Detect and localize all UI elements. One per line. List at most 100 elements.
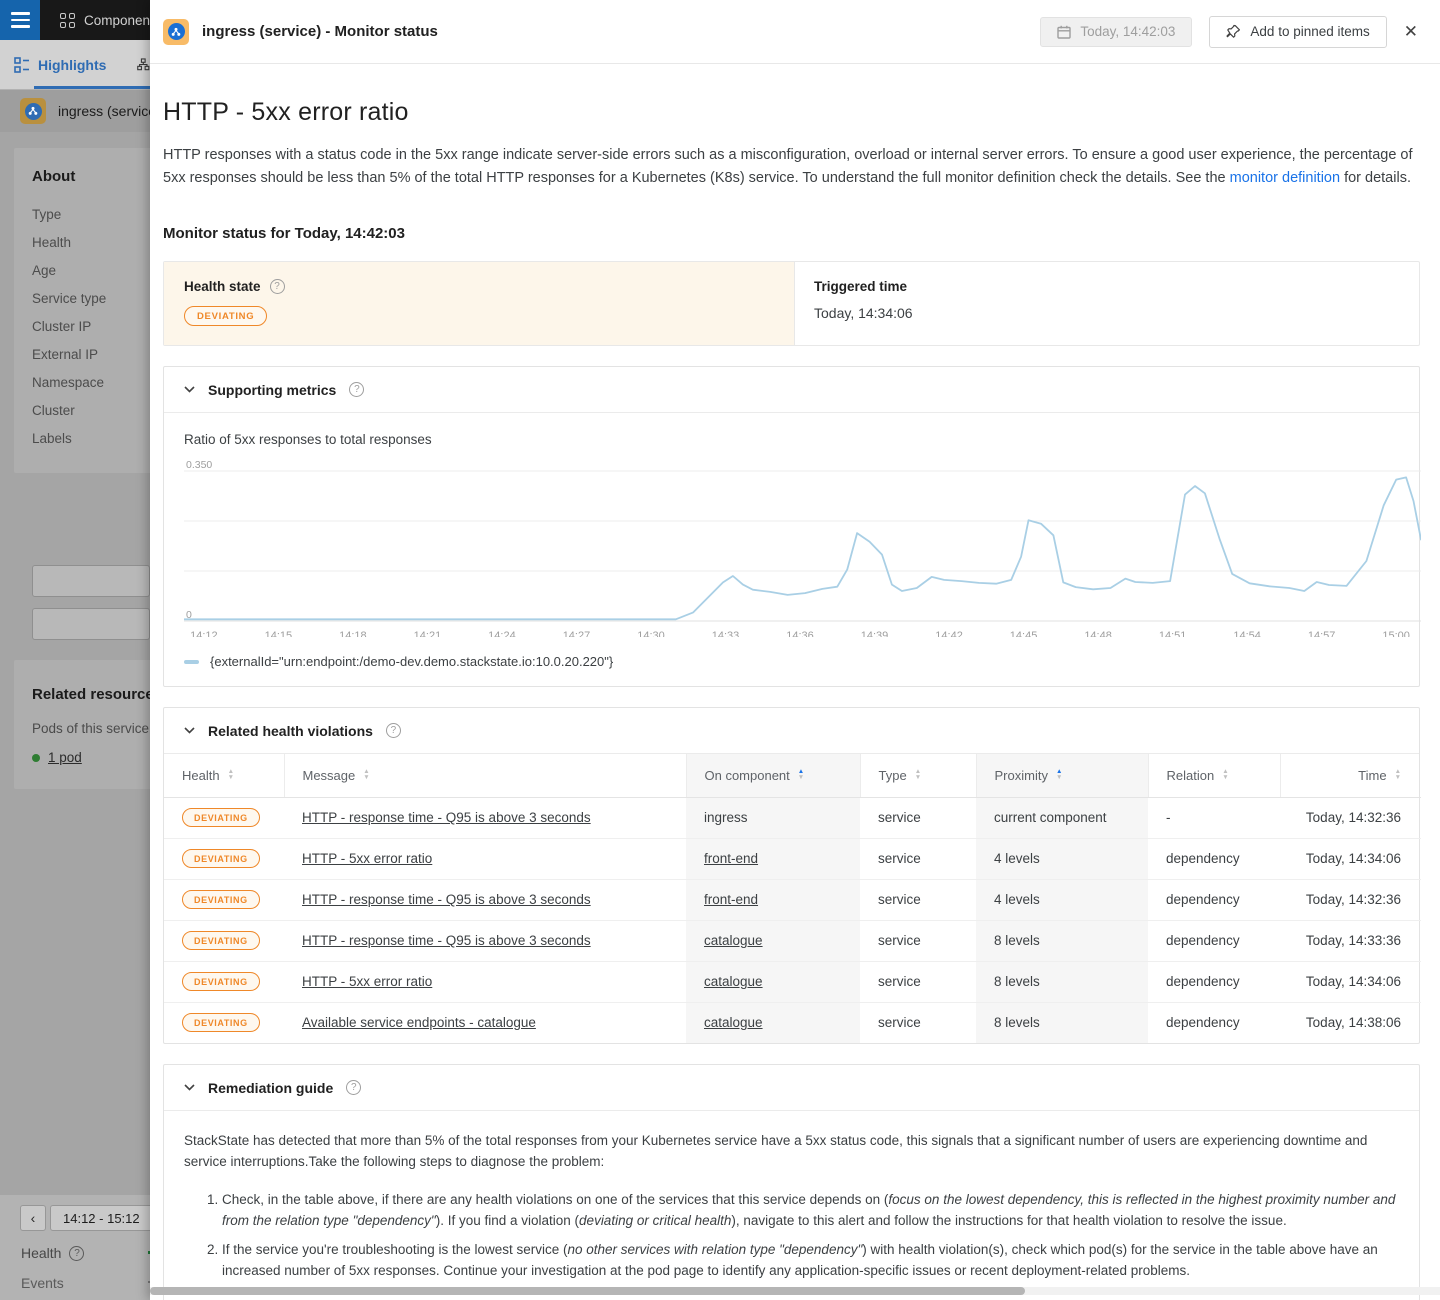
health-cell: DEVIATING — [164, 838, 284, 879]
deviating-badge: DEVIATING — [182, 808, 260, 827]
column-header-type[interactable]: Type▲▼ — [860, 754, 976, 797]
help-icon[interactable]: ? — [270, 279, 285, 294]
about-title: About — [32, 168, 150, 185]
remediation-guide-section: Remediation guide ? StackState has detec… — [163, 1064, 1420, 1300]
legend-swatch-icon — [184, 660, 199, 664]
timeline-health-row: Health ? — [21, 1245, 84, 1261]
column-header-proximity[interactable]: Proximity▲▼ — [976, 754, 1148, 797]
modal-title: ingress (service) - Monitor status — [202, 23, 438, 40]
violation-row: DEVIATING HTTP - 5xx error ratio catalogue… — [164, 961, 1421, 1002]
violation-message-link[interactable]: Available service endpoints - catalogue — [302, 1015, 536, 1030]
time-cell: Today, 14:32:36 — [1280, 797, 1421, 838]
message-cell: HTTP - response time - Q95 is above 3 se… — [284, 920, 686, 961]
relation-cell: dependency — [1148, 879, 1280, 920]
column-header-on-component[interactable]: On component▲▼ — [686, 754, 860, 797]
column-header-relation[interactable]: Relation▲▼ — [1148, 754, 1280, 797]
violation-message-link[interactable]: HTTP - response time - Q95 is above 3 se… — [302, 810, 591, 825]
horizontal-scrollbar-thumb[interactable] — [150, 1287, 1025, 1295]
violation-row: DEVIATING HTTP - response time - Q95 is a… — [164, 797, 1421, 838]
selected-component-row[interactable]: ingress (service) — [0, 90, 150, 132]
violation-message-link[interactable]: HTTP - 5xx error ratio — [302, 851, 432, 866]
action-button-1[interactable] — [32, 565, 150, 597]
metric-line-series — [184, 477, 1421, 619]
help-icon[interactable]: ? — [349, 382, 364, 397]
component-link[interactable]: catalogue — [704, 1015, 763, 1030]
component-cell: catalogue — [686, 961, 860, 1002]
monitor-description: HTTP responses with a status code in the… — [163, 144, 1420, 190]
message-cell: Available service endpoints - catalogue — [284, 1002, 686, 1043]
svg-text:14:15: 14:15 — [265, 630, 293, 637]
supporting-metrics-section: Supporting metrics ? Ratio of 5xx respon… — [163, 366, 1420, 687]
close-icon[interactable]: ✕ — [1404, 22, 1418, 42]
svg-text:14:57: 14:57 — [1308, 630, 1336, 637]
triggered-time-panel: Triggered time Today, 14:34:06 — [794, 262, 1419, 345]
chevron-down-icon — [184, 727, 195, 734]
column-header-message[interactable]: Message▲▼ — [284, 754, 686, 797]
component-link[interactable]: catalogue — [704, 933, 763, 948]
health-cell: DEVIATING — [164, 797, 284, 838]
timeline-events-label: Events — [21, 1275, 64, 1291]
violation-row: DEVIATINGHTTP - response time - Q95 is a… — [164, 879, 1421, 920]
pod-row: 1 pod — [32, 750, 150, 765]
timeline-footer: ‹ 14:12 - 15:12 Health ? Events — [0, 1195, 150, 1300]
help-icon[interactable]: ? — [386, 723, 401, 738]
timeline-back-button[interactable]: ‹ — [20, 1205, 46, 1231]
horizontal-scrollbar[interactable] — [150, 1287, 1440, 1295]
date-picker-button[interactable]: Today, 14:42:03 — [1040, 17, 1192, 47]
message-cell: HTTP - 5xx error ratio — [284, 961, 686, 1002]
timeline-range[interactable]: 14:12 - 15:12 — [50, 1205, 150, 1231]
component-link[interactable]: front-end — [704, 892, 758, 907]
message-cell: HTTP - response time - Q95 is above 3 se… — [284, 797, 686, 838]
about-field-label: Health — [32, 229, 150, 257]
modal-header: ingress (service) - Monitor status Today… — [150, 0, 1440, 64]
tab-highlights-label: Highlights — [38, 57, 106, 73]
about-field-label: Labels — [32, 425, 150, 453]
svg-text:14:51: 14:51 — [1159, 630, 1187, 637]
svg-text:14:18: 14:18 — [339, 630, 367, 637]
help-icon[interactable]: ? — [69, 1246, 84, 1261]
svg-text:0.350: 0.350 — [186, 459, 212, 471]
topology-tab-icon[interactable] — [137, 56, 150, 73]
about-field-label: Namespace — [32, 369, 150, 397]
svg-text:14:27: 14:27 — [563, 630, 591, 637]
component-link[interactable]: front-end — [704, 851, 758, 866]
supporting-metrics-header[interactable]: Supporting metrics ? — [164, 367, 1419, 413]
related-health-violations-header[interactable]: Related health violations ? — [164, 708, 1419, 754]
time-cell: Today, 14:34:06 — [1280, 961, 1421, 1002]
deviating-badge: DEVIATING — [182, 972, 260, 991]
component-link[interactable]: catalogue — [704, 974, 763, 989]
help-icon[interactable]: ? — [346, 1080, 361, 1095]
svg-text:15:00: 15:00 — [1382, 630, 1410, 637]
components-grid-icon — [60, 13, 75, 28]
legend-label: {externalId="urn:endpoint:/demo-dev.demo… — [210, 654, 613, 669]
violation-message-link[interactable]: HTTP - response time - Q95 is above 3 se… — [302, 892, 591, 907]
triggered-time-label: Triggered time — [814, 279, 1400, 294]
hamburger-menu-button[interactable] — [0, 0, 40, 40]
relation-cell: dependency — [1148, 838, 1280, 879]
relation-cell: dependency — [1148, 920, 1280, 961]
sort-arrows-icon: ▲▼ — [915, 769, 921, 781]
svg-text:14:24: 14:24 — [488, 630, 516, 637]
column-header-health[interactable]: Health▲▼ — [164, 754, 284, 797]
add-to-pinned-button[interactable]: Add to pinned items — [1209, 16, 1386, 48]
service-icon — [20, 98, 46, 124]
remediation-step: Check, in the table above, if there are … — [222, 1189, 1399, 1231]
health-state-panel: Health state? DEVIATING — [164, 262, 794, 345]
top-app-bar: Components — [0, 0, 150, 40]
app-switcher[interactable]: Components — [40, 0, 150, 40]
pods-of-service-label: Pods of this service — [32, 721, 150, 736]
health-state-label: Health state — [184, 279, 261, 294]
violation-message-link[interactable]: HTTP - 5xx error ratio — [302, 974, 432, 989]
column-header-time[interactable]: Time▲▼ — [1280, 754, 1421, 797]
violation-message-link[interactable]: HTTP - response time - Q95 is above 3 se… — [302, 933, 591, 948]
deviating-badge: DEVIATING — [182, 931, 260, 950]
tab-highlights[interactable]: Highlights — [14, 57, 106, 73]
monitor-definition-link[interactable]: monitor definition — [1230, 170, 1340, 186]
highlights-icon — [14, 57, 30, 73]
remediation-guide-header[interactable]: Remediation guide ? — [164, 1065, 1419, 1111]
message-cell: HTTP - 5xx error ratio — [284, 838, 686, 879]
selected-component-name: ingress (service) — [58, 103, 150, 119]
message-cell: HTTP - response time - Q95 is above 3 se… — [284, 879, 686, 920]
action-button-2[interactable] — [32, 608, 150, 640]
pod-link[interactable]: 1 pod — [48, 750, 82, 765]
